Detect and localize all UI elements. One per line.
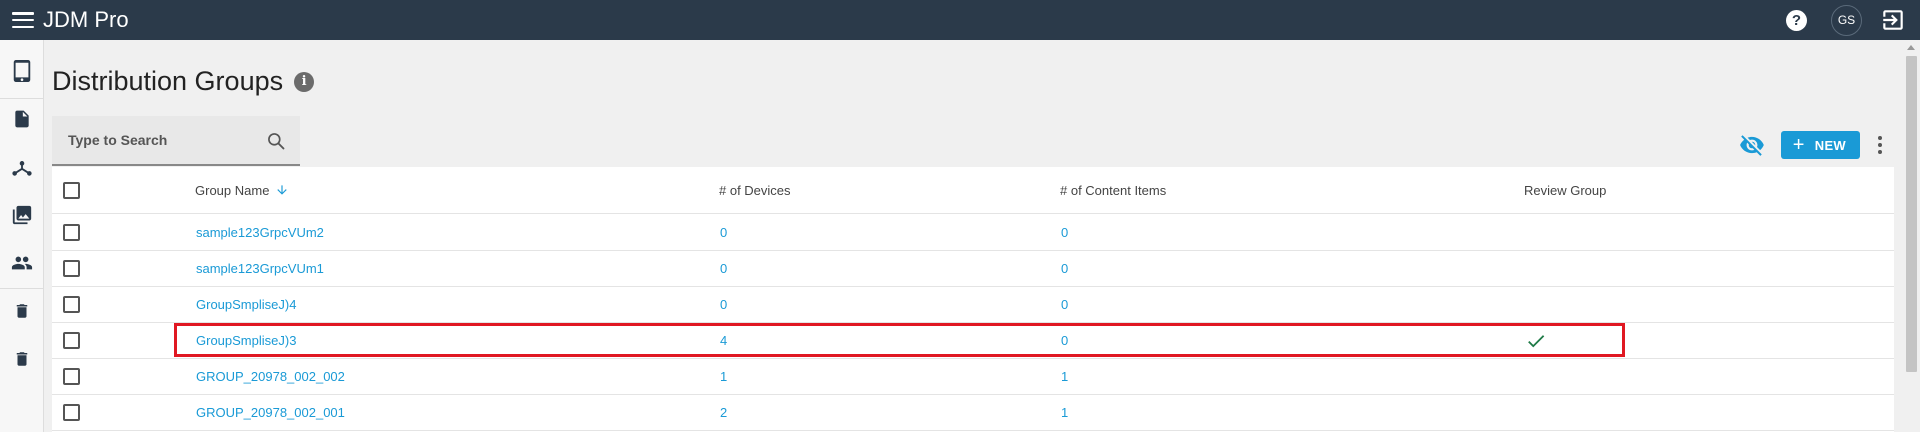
content-items-count-link[interactable]: 1 [1061, 395, 1068, 430]
new-button-label: NEW [1814, 137, 1846, 153]
trash-icon [16, 304, 28, 318]
table-row[interactable]: sample123GrpcVUm1 0 0 [52, 251, 1894, 287]
group-name-link[interactable]: sample123GrpcVUm2 [196, 215, 324, 250]
select-all-checkbox[interactable] [63, 181, 80, 199]
content-items-count-link[interactable]: 0 [1061, 323, 1068, 358]
distribution-groups-table: Group Name # of Devices # of Content Ite… [52, 167, 1894, 432]
tablet-icon [13, 60, 31, 82]
nav-devices[interactable] [9, 58, 35, 84]
table-header-row: Group Name # of Devices # of Content Ite… [52, 167, 1894, 214]
row-checkbox[interactable] [63, 224, 80, 241]
nav-trash[interactable] [9, 298, 35, 324]
visibility-off-icon[interactable] [1739, 132, 1765, 158]
scrollbar-thumb[interactable] [1906, 56, 1917, 372]
column-header-review-group[interactable]: Review Group [1524, 167, 1606, 213]
row-checkbox[interactable] [63, 368, 80, 385]
document-icon [15, 110, 29, 128]
column-header-label: Review Group [1524, 182, 1607, 198]
table-row[interactable]: GROUP_20978_002_002 1 1 [52, 359, 1894, 395]
devices-count-link[interactable]: 1 [720, 359, 727, 394]
nav-divider [0, 288, 44, 289]
table-row[interactable]: GROUP_20978_002_001 2 1 [52, 395, 1894, 431]
nav-trash-2[interactable] [9, 346, 35, 372]
group-name-link[interactable]: GROUP_20978_002_001 [196, 395, 345, 430]
plus-icon: + [1792, 134, 1805, 156]
nav-media[interactable] [9, 202, 35, 228]
hub-icon [12, 161, 32, 176]
devices-count-link[interactable]: 0 [720, 215, 727, 250]
content-items-count-link[interactable]: 0 [1061, 287, 1068, 322]
photo-library-icon [12, 205, 32, 225]
nav-users[interactable] [9, 250, 35, 276]
page-title: Distribution Groups i [52, 66, 315, 97]
search-icon[interactable] [266, 131, 286, 151]
table-toolbar: + NEW [1739, 131, 1890, 159]
logout-icon[interactable] [1880, 7, 1906, 33]
arrow-down-icon[interactable] [275, 183, 289, 197]
more-vert-icon[interactable] [1870, 132, 1890, 158]
review-group-cell [1525, 323, 1547, 358]
info-icon[interactable]: i [294, 71, 315, 92]
column-header-devices[interactable]: # of Devices [719, 167, 791, 213]
table-row[interactable]: GroupSmpliseJ)3 4 0 [52, 323, 1894, 359]
top-right-actions: ? GS [1786, 0, 1920, 40]
scroll-up-arrow-icon[interactable] [1907, 45, 1915, 50]
search-box [52, 116, 300, 166]
column-header-label: # of Content Items [1060, 182, 1167, 198]
group-name-link[interactable]: GroupSmpliseJ)4 [196, 287, 296, 322]
search-input[interactable] [68, 132, 258, 148]
top-app-bar: JDM Pro ? GS [0, 0, 1920, 40]
nav-divider [0, 98, 44, 99]
column-header-group-name[interactable]: Group Name [195, 167, 289, 213]
left-nav-rail [0, 40, 44, 432]
column-header-content-items[interactable]: # of Content Items [1060, 167, 1166, 213]
group-name-link[interactable]: sample123GrpcVUm1 [196, 251, 324, 286]
nav-distribution-groups[interactable] [9, 154, 35, 180]
group-name-link[interactable]: GroupSmpliseJ)3 [196, 323, 296, 358]
table-row[interactable]: sample123GrpcVUm2 0 0 [52, 215, 1894, 251]
help-circle-icon[interactable]: ? [1786, 9, 1807, 31]
devices-count-link[interactable]: 0 [720, 287, 727, 322]
table-row[interactable]: GroupSmpliseJ)4 0 0 [52, 287, 1894, 323]
devices-count-link[interactable]: 4 [720, 323, 727, 358]
new-button[interactable]: + NEW [1780, 131, 1860, 159]
devices-count-link[interactable]: 0 [720, 251, 727, 286]
hamburger-menu-icon[interactable] [12, 12, 34, 28]
nav-content[interactable] [9, 106, 35, 132]
content-items-count-link[interactable]: 1 [1061, 359, 1068, 394]
row-checkbox[interactable] [63, 296, 80, 313]
devices-count-link[interactable]: 2 [720, 395, 727, 430]
app-title: JDM Pro [43, 7, 129, 32]
check-icon [1528, 334, 1545, 347]
content-items-count-link[interactable]: 0 [1061, 251, 1068, 286]
row-checkbox[interactable] [63, 260, 80, 277]
page-title-text: Distribution Groups [52, 66, 284, 96]
user-avatar[interactable]: GS [1831, 4, 1862, 36]
vertical-scrollbar[interactable] [1903, 40, 1920, 432]
group-name-link[interactable]: GROUP_20978_002_002 [196, 359, 345, 394]
column-header-label: Group Name [195, 182, 270, 198]
trash-icon [16, 352, 28, 366]
people-icon [11, 256, 33, 270]
row-checkbox[interactable] [63, 404, 80, 421]
column-header-label: # of Devices [719, 182, 791, 198]
row-checkbox[interactable] [63, 332, 80, 349]
content-items-count-link[interactable]: 0 [1061, 215, 1068, 250]
